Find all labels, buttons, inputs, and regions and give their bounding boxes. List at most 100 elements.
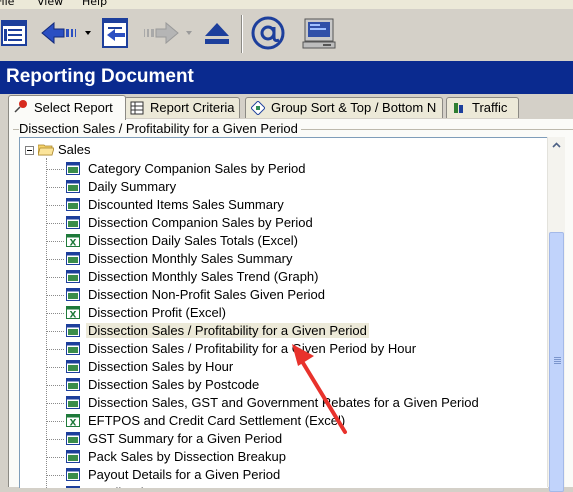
tree-item-label: Dissection Sales / Profitability for a G… [88,341,417,356]
tree-line [46,313,64,314]
forward-dropdown[interactable] [186,31,192,35]
toolbar-separator [241,15,242,53]
vertical-scrollbar[interactable] [547,137,565,492]
tree-item[interactable]: Daily Summary [46,178,546,196]
tab-select-report[interactable]: Select Report [8,95,126,120]
report-icon [66,468,80,481]
group-label: Dissection Sales / Profitability for a G… [19,121,301,136]
report-icon [66,450,80,463]
tree-item-label: Dissection Monthly Sales Trend (Graph) [88,269,319,284]
tree-item[interactable]: Category Companion Sales by Period [46,160,546,178]
tree-line [46,457,64,458]
tree-item-label: Dissection Daily Sales Totals (Excel) [88,233,298,248]
tree-item[interactable]: Dissection Monthly Sales Summary [46,250,546,268]
excel-icon: X [66,234,80,247]
report-icon [66,360,80,373]
tab-group-sort[interactable]: Group Sort & Top / Bottom N [245,97,443,118]
tab-label: Group Sort & Top / Bottom N [271,100,437,115]
toolbar [0,9,573,62]
eject-button[interactable] [200,13,234,53]
tree-item-label: Payout Details for a Given Period [88,467,281,482]
tree-line [46,223,64,224]
report-icon [66,162,80,175]
tree-item[interactable]: X Dissection Daily Sales Totals (Excel) [46,232,546,250]
tree-item-label: GST Summary for a Given Period [88,431,283,446]
menu-help[interactable]: Help [82,0,107,8]
tab-report-criteria[interactable]: Report Criteria [124,97,240,118]
email-icon [251,16,285,50]
svg-text:X: X [70,311,77,320]
report-icon [66,288,80,301]
excel-icon: X [66,414,80,427]
tree-item-label: Dissection Sales by Hour [88,359,234,374]
excel-icon: X [66,306,80,319]
tree-item[interactable]: Pack Sales by Dissection Breakup [46,448,546,466]
tree-view-icon [1,20,27,46]
scroll-thumb[interactable] [549,232,564,492]
tree-line [46,367,64,368]
forward-button[interactable] [142,13,180,53]
annotation-arrow [292,344,347,434]
tree-item-label: Daily Summary [88,179,177,194]
menu-view[interactable]: View [37,0,63,8]
computer-button[interactable] [301,13,337,53]
tree-line [46,349,64,350]
tree-item-label: Category Companion Sales by Period [88,161,306,176]
report-icon [66,216,80,229]
svg-text:X: X [70,419,77,428]
report-icon [66,198,80,211]
report-icon [66,396,80,409]
title-bar: Reporting Document [0,61,573,94]
report-icon [66,324,80,337]
tree-root-label: Sales [58,142,91,157]
collapse-icon[interactable] [25,146,34,155]
tree-line [46,421,64,422]
svg-text:X: X [70,239,77,248]
pushpin-icon [14,100,27,113]
tree-item[interactable]: Dissection Companion Sales by Period [46,214,546,232]
tree-item[interactable]: X Dissection Profit (Excel) [46,304,546,322]
tree-line [46,241,64,242]
tab-label: Traffic [472,100,508,115]
tree-item[interactable]: Payout Details for a Given Period [46,466,546,484]
tree-item[interactable]: Dissection Non-Profit Sales Given Period [46,286,546,304]
tab-label: Report Criteria [150,100,235,115]
back-dropdown[interactable] [85,31,91,35]
report-icon [66,342,80,355]
tab-strip: Select Report Report Criteria Group Sort… [0,94,573,120]
tree-item-label: Discounted Items Sales Summary [88,197,284,212]
tree-line [46,403,64,404]
import-button[interactable] [99,13,133,53]
report-icon [66,486,80,488]
back-icon [41,21,76,45]
scroll-up-icon [552,142,561,148]
tab-traffic[interactable]: Traffic [446,97,519,118]
tree-line [46,205,64,206]
report-icon [66,252,80,265]
back-button[interactable] [40,13,78,53]
tree-item[interactable]: Discounted Items Sales Summary [46,196,546,214]
eject-icon [205,23,229,44]
report-icon [66,270,80,283]
report-icon [66,378,80,391]
tree-line [46,475,64,476]
tree-line [46,277,64,278]
folder-open-icon [38,144,54,156]
forward-icon [144,21,179,45]
email-button[interactable] [248,13,288,53]
tree-item[interactable]: Retail Sales By Tax [46,484,546,488]
tree-item-label: Dissection Monthly Sales Summary [88,251,293,266]
page-title: Reporting Document [6,66,194,87]
tree-item-label: Dissection Companion Sales by Period [88,215,313,230]
menu-bar: File View Help [0,0,573,9]
report-icon [66,432,80,445]
tree-line [46,295,64,296]
report-icon [66,180,80,193]
computer-icon [302,18,336,49]
tree-item-label: Pack Sales by Dissection Breakup [88,449,286,464]
tree-item-label: Dissection Non-Profit Sales Given Period [88,287,325,302]
menu-file[interactable]: File [0,0,14,8]
tree-item[interactable]: Dissection Monthly Sales Trend (Graph) [46,268,546,286]
tab-label: Select Report [34,100,113,115]
tree-view-button[interactable] [0,13,30,53]
